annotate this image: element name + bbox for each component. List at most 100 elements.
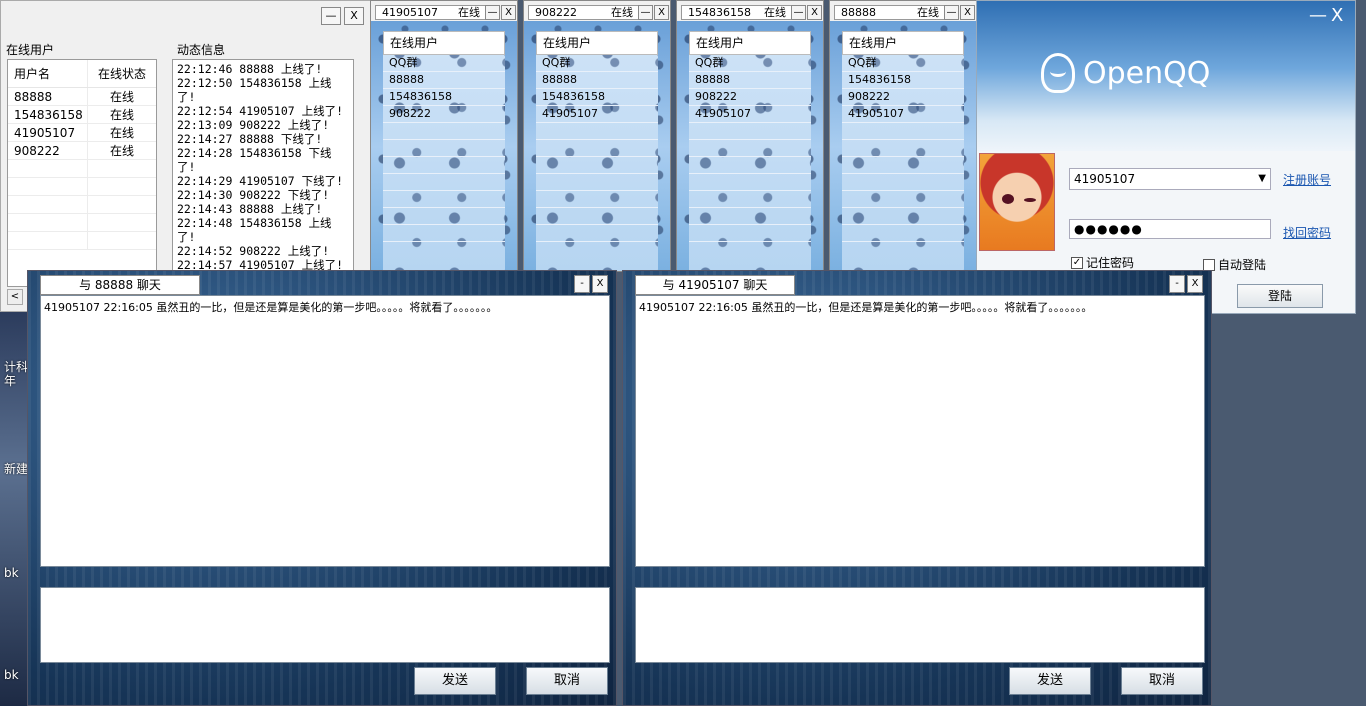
close-button[interactable]: X bbox=[1187, 275, 1203, 293]
table-row[interactable]: 88888 在线 bbox=[8, 88, 156, 106]
login-button[interactable]: 登陆 bbox=[1237, 284, 1323, 308]
message-input[interactable] bbox=[635, 587, 1205, 663]
log-line: 22:14:52 908222 上线了! bbox=[177, 244, 330, 258]
friend-list-item[interactable]: 154836158 bbox=[383, 89, 505, 106]
password-field[interactable]: ●●●●●● bbox=[1069, 219, 1271, 239]
close-button[interactable]: X bbox=[501, 5, 516, 20]
friend-list-header[interactable]: 在线用户 bbox=[383, 31, 505, 55]
remember-password-checkbox[interactable]: ✓ 记住密码 bbox=[1071, 254, 1134, 271]
app-name: OpenQQ bbox=[1083, 55, 1211, 91]
close-button[interactable]: X bbox=[592, 275, 608, 293]
account-value: 41905107 bbox=[1074, 172, 1136, 186]
log-line: 22:14:28 154836158 下线了! bbox=[177, 146, 332, 174]
chat-window-41905107: 与 41905107 聊天 - X 41905107 22:16:05 虽然丑的… bbox=[622, 270, 1212, 706]
close-button[interactable]: X bbox=[344, 7, 364, 25]
chat-window-88888: 与 88888 聊天 - X 41905107 22:16:05 虽然丑的一比，… bbox=[27, 270, 617, 706]
desktop-icon-label[interactable]: bk bbox=[4, 668, 19, 682]
minimize-button[interactable]: — bbox=[944, 5, 959, 20]
chat-history[interactable]: 41905107 22:16:05 虽然丑的一比，但是还是算是美化的第一步吧。。… bbox=[635, 295, 1205, 567]
chevron-down-icon[interactable]: ▼ bbox=[1258, 169, 1266, 189]
checkbox-checked[interactable]: ✓ bbox=[1071, 256, 1083, 269]
friend-list-item[interactable]: QQ群 bbox=[536, 55, 658, 72]
friend-list-panel: 在线用户 QQ群 88888 154836158 41905107 bbox=[536, 31, 658, 271]
chat-history[interactable]: 41905107 22:16:05 虽然丑的一比，但是还是算是美化的第一步吧。。… bbox=[40, 295, 610, 567]
client-window-41905107: 41905107 在线 — X 在线用户 QQ群 88888 154836158 … bbox=[370, 0, 518, 272]
desktop-icon-label[interactable]: bk bbox=[4, 566, 19, 580]
recover-password-link[interactable]: 找回密码 bbox=[1283, 224, 1331, 241]
table-row-empty bbox=[8, 232, 156, 250]
column-header-username[interactable]: 用户名 bbox=[8, 60, 88, 87]
minimize-button[interactable]: — bbox=[321, 7, 341, 25]
send-button[interactable]: 发送 bbox=[1009, 667, 1091, 695]
server-window: — X 在线用户 动态信息 用户名 在线状态 88888 在线 154836158… bbox=[0, 0, 372, 312]
client-status[interactable]: 在线 bbox=[917, 6, 939, 19]
chat-title: 与 88888 聊天 bbox=[40, 275, 200, 295]
minimize-button[interactable]: — bbox=[485, 5, 500, 20]
activity-log-group-label: 动态信息 bbox=[177, 43, 226, 57]
log-line: 22:12:54 41905107 上线了! bbox=[177, 104, 344, 118]
friend-list-header[interactable]: 在线用户 bbox=[536, 31, 658, 55]
table-row[interactable]: 908222 在线 bbox=[8, 142, 156, 160]
cancel-button[interactable]: 取消 bbox=[526, 667, 608, 695]
checkbox-unchecked[interactable] bbox=[1203, 258, 1215, 271]
close-button[interactable]: X bbox=[654, 5, 669, 20]
column-header-status[interactable]: 在线状态 bbox=[88, 65, 156, 82]
friend-list-item[interactable]: 88888 bbox=[689, 72, 811, 89]
register-link[interactable]: 注册账号 bbox=[1283, 171, 1331, 188]
client-status[interactable]: 在线 bbox=[764, 6, 786, 19]
client-window-154836158: 154836158 在线 — X 在线用户 QQ群 88888 908222 41… bbox=[676, 0, 824, 272]
client-window-908222: 908222 在线 — X 在线用户 QQ群 88888 154836158 41… bbox=[523, 0, 671, 272]
table-row-empty bbox=[8, 160, 156, 178]
minimize-button[interactable]: - bbox=[1169, 275, 1185, 293]
close-button[interactable]: X bbox=[960, 5, 975, 20]
friend-list-item[interactable]: 41905107 bbox=[689, 106, 811, 123]
log-line: 22:13:09 908222 上线了! bbox=[177, 118, 330, 132]
message-input[interactable] bbox=[40, 587, 610, 663]
desktop-icon-label[interactable]: 年 bbox=[4, 372, 16, 389]
table-row-empty bbox=[8, 178, 156, 196]
close-button[interactable]: X bbox=[1331, 5, 1343, 26]
cell-username: 908222 bbox=[8, 142, 88, 159]
cancel-button[interactable]: 取消 bbox=[1121, 667, 1203, 695]
friend-list-item[interactable]: 154836158 bbox=[536, 89, 658, 106]
friend-list-item[interactable]: 41905107 bbox=[536, 106, 658, 123]
client-title: 154836158 在线 bbox=[681, 5, 793, 20]
cell-status: 在线 bbox=[109, 90, 134, 104]
send-button[interactable]: 发送 bbox=[414, 667, 496, 695]
desktop-icon-label[interactable]: 新建 bbox=[4, 460, 28, 477]
friend-list-item[interactable]: 88888 bbox=[536, 72, 658, 89]
table-row-empty bbox=[8, 196, 156, 214]
close-button[interactable]: X bbox=[807, 5, 822, 20]
account-combobox[interactable]: 41905107 ▼ bbox=[1069, 168, 1271, 190]
table-row[interactable]: 41905107 在线 bbox=[8, 124, 156, 142]
scroll-left-arrow[interactable]: < bbox=[7, 289, 23, 305]
friend-list-header[interactable]: 在线用户 bbox=[689, 31, 811, 55]
activity-log-textarea[interactable]: 22:12:46 88888 上线了! 22:12:50 154836158 上… bbox=[172, 59, 354, 271]
avatar bbox=[979, 153, 1055, 251]
friend-list-item[interactable]: QQ群 bbox=[383, 55, 505, 72]
client-user: 908222 bbox=[535, 6, 577, 19]
minimize-button[interactable]: — bbox=[638, 5, 653, 20]
client-title: 908222 在线 bbox=[528, 5, 640, 20]
table-row[interactable]: 154836158 在线 bbox=[8, 106, 156, 124]
online-users-table[interactable]: 用户名 在线状态 88888 在线 154836158 在线 41905107 在线 … bbox=[7, 59, 157, 287]
friend-list-item[interactable]: 88888 bbox=[383, 72, 505, 89]
friend-list-item[interactable]: 908222 bbox=[842, 89, 964, 106]
auto-login-checkbox[interactable]: 自动登陆 bbox=[1203, 256, 1266, 273]
cell-status: 在线 bbox=[109, 108, 134, 122]
friend-list-item[interactable]: 908222 bbox=[689, 89, 811, 106]
friend-list-header[interactable]: 在线用户 bbox=[842, 31, 964, 55]
client-window-88888: 88888 在线 — X 在线用户 QQ群 154836158 908222 41… bbox=[829, 0, 977, 272]
friend-list-item[interactable]: 41905107 bbox=[842, 106, 964, 123]
friend-list-item[interactable]: QQ群 bbox=[689, 55, 811, 72]
cell-status: 在线 bbox=[109, 144, 134, 158]
minimize-button[interactable]: - bbox=[574, 275, 590, 293]
table-row-empty bbox=[8, 214, 156, 232]
friend-list-item[interactable]: 154836158 bbox=[842, 72, 964, 89]
friend-list-item[interactable]: QQ群 bbox=[842, 55, 964, 72]
friend-list-item[interactable]: 908222 bbox=[383, 106, 505, 123]
minimize-button[interactable]: — bbox=[791, 5, 806, 20]
minimize-button[interactable]: — bbox=[1309, 5, 1327, 26]
client-status[interactable]: 在线 bbox=[611, 6, 633, 19]
client-status[interactable]: 在线 bbox=[458, 6, 480, 19]
